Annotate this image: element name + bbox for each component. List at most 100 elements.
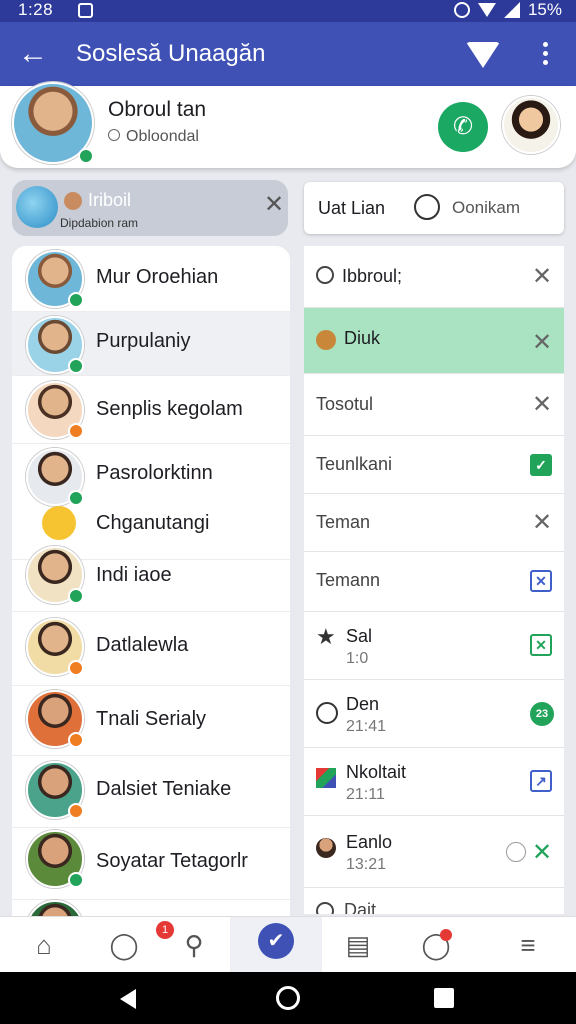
close-icon[interactable]: ✕	[532, 390, 552, 419]
bottom-nav: ⌂ ◯ 1 ⚲ ✔ ▤ ◯ ≡	[0, 916, 576, 973]
close-icon[interactable]: ✕	[264, 190, 284, 219]
list-item[interactable]: Teunlkani ✓	[304, 436, 564, 494]
app-bar: ← Soslesă Unaagăn	[0, 22, 576, 86]
signal-icon	[503, 2, 520, 18]
mini-avatar	[64, 192, 82, 210]
check-icon[interactable]: ✕	[530, 634, 552, 656]
smile-icon[interactable]	[414, 194, 440, 220]
list-item[interactable]: Dait	[304, 888, 564, 914]
task-list: Ibbroul; ✕ Diuk ✕ Tosotul ✕ Teunlkani ✓ …	[304, 246, 564, 914]
list-item[interactable]: Mur Oroehian	[12, 246, 290, 312]
group-tab[interactable]: Iriboil Dipdabion ram ✕	[12, 180, 288, 236]
status-dot	[68, 872, 84, 888]
avatar	[26, 546, 84, 604]
more-vert-icon[interactable]	[538, 40, 552, 70]
home-icon[interactable]: ⌂	[26, 927, 62, 963]
menu-icon[interactable]: ≡	[510, 927, 546, 963]
status-dot	[68, 732, 84, 748]
check-circle-icon[interactable]: ✔	[258, 923, 294, 959]
list-item[interactable]: Pasrolorktinn Chganutangi	[12, 444, 290, 560]
task-label: Eanlo	[346, 832, 393, 852]
profile-subtitle-text: Obloondal	[126, 128, 199, 145]
list-item[interactable]: Dalsiet Teniake	[12, 756, 290, 828]
task-label: Diuk	[344, 328, 381, 348]
close-icon[interactable]: ✕	[532, 262, 552, 291]
list-item[interactable]: Temann ✕	[304, 552, 564, 612]
contact-list: Mur Oroehian Purpulaniy Senplis kegolam …	[12, 246, 290, 926]
status-dot	[68, 660, 84, 676]
target-icon	[316, 702, 338, 724]
calendar-icon[interactable]: ▤	[340, 927, 376, 963]
battery-text: 15%	[527, 0, 562, 19]
status-dot	[68, 358, 84, 374]
filter-header[interactable]: Uat Lian Oonikam	[304, 182, 564, 234]
list-item[interactable]: Indi iaoe	[12, 544, 290, 612]
status-icons: 15%	[453, 0, 562, 20]
avatar	[26, 830, 84, 888]
contact-name: Indi iaoe	[96, 564, 172, 586]
status-time: 1:28	[18, 0, 54, 19]
system-recents-icon[interactable]	[434, 988, 454, 1008]
contact-name: Soyatar Tetagorlr	[96, 850, 248, 872]
contact-name: Datlalewla	[96, 634, 189, 656]
list-item[interactable]: Tosotul ✕	[304, 374, 564, 436]
list-item[interactable]: Datlalewla	[12, 612, 290, 686]
task-time: 1:0	[346, 650, 369, 667]
status-dot	[68, 490, 84, 506]
list-item[interactable]: Nkoltait 21:11 ↗	[304, 748, 564, 816]
filter-option[interactable]: Oonikam	[452, 198, 520, 218]
profile-card[interactable]: Obroul tan Obloondal ✆	[0, 82, 576, 168]
list-item[interactable]: Diuk ✕	[304, 308, 564, 374]
task-time: 21:11	[346, 786, 385, 803]
badge-icon[interactable]: 23	[530, 702, 554, 726]
contact-name: Senplis kegolam	[96, 398, 243, 420]
list-item[interactable]: Tnali Serialy	[12, 686, 290, 756]
contact-name: Dalsiet Teniake	[96, 778, 232, 800]
list-item[interactable]: Soyatar Tetagorlr	[12, 828, 290, 900]
list-item[interactable]: Senplis kegolam	[12, 376, 290, 444]
list-item[interactable]: Teman ✕	[304, 494, 564, 552]
ball-icon	[316, 330, 336, 350]
notification-badge	[440, 929, 452, 941]
avatar[interactable]	[12, 82, 94, 164]
close-icon[interactable]: ✕	[532, 508, 552, 537]
emoji-icon	[42, 506, 76, 540]
alarm-icon	[453, 2, 470, 18]
task-label: Teunlkani	[316, 454, 393, 474]
task-label: Sal	[346, 626, 373, 646]
close-icon[interactable]: ✕	[532, 838, 552, 867]
back-arrow-icon[interactable]: ←	[18, 36, 48, 72]
avatar	[316, 838, 336, 858]
avatar	[26, 761, 84, 819]
task-label: Temann	[316, 570, 381, 590]
filter-label: Uat Lian	[318, 198, 386, 218]
list-item[interactable]: ★ Sal 1:0 ✕	[304, 612, 564, 680]
list-item[interactable]: Ibbroul; ✕	[304, 246, 564, 308]
call-button[interactable]: ✆	[438, 102, 488, 152]
contact-avatar[interactable]	[502, 96, 560, 154]
status-dot	[68, 588, 84, 604]
radio-button[interactable]	[506, 842, 526, 862]
task-label: Den	[346, 694, 380, 714]
task-time: 21:41	[346, 718, 387, 735]
page-title: Soslesă Unaagăn	[76, 40, 266, 67]
list-item[interactable]: Den 21:41 23	[304, 680, 564, 748]
avatar	[26, 618, 84, 676]
list-item[interactable]: Eanlo 13:21 ✕	[304, 816, 564, 888]
edit-icon[interactable]: ↗	[530, 770, 552, 792]
flag-icon[interactable]: ✕	[530, 570, 552, 592]
contact-name: Tnali Serialy	[96, 708, 207, 730]
clock-icon	[316, 902, 334, 914]
contact-name: Chganutangi	[96, 512, 210, 534]
system-home-icon[interactable]	[276, 986, 300, 1010]
search-icon[interactable]: ⚲	[176, 927, 212, 963]
system-back-icon[interactable]	[120, 989, 136, 1009]
wifi-filter-icon[interactable]	[466, 42, 500, 68]
phone-icon: ✆	[452, 113, 474, 140]
group-tab-subtitle: Dipdabion ram	[60, 216, 139, 230]
check-icon[interactable]: ✓	[530, 454, 552, 476]
contacts-icon[interactable]: ◯	[106, 927, 142, 963]
list-item[interactable]: Purpulaniy	[12, 312, 290, 376]
close-icon[interactable]: ✕	[532, 328, 552, 357]
notification-badge: 1	[156, 921, 174, 939]
